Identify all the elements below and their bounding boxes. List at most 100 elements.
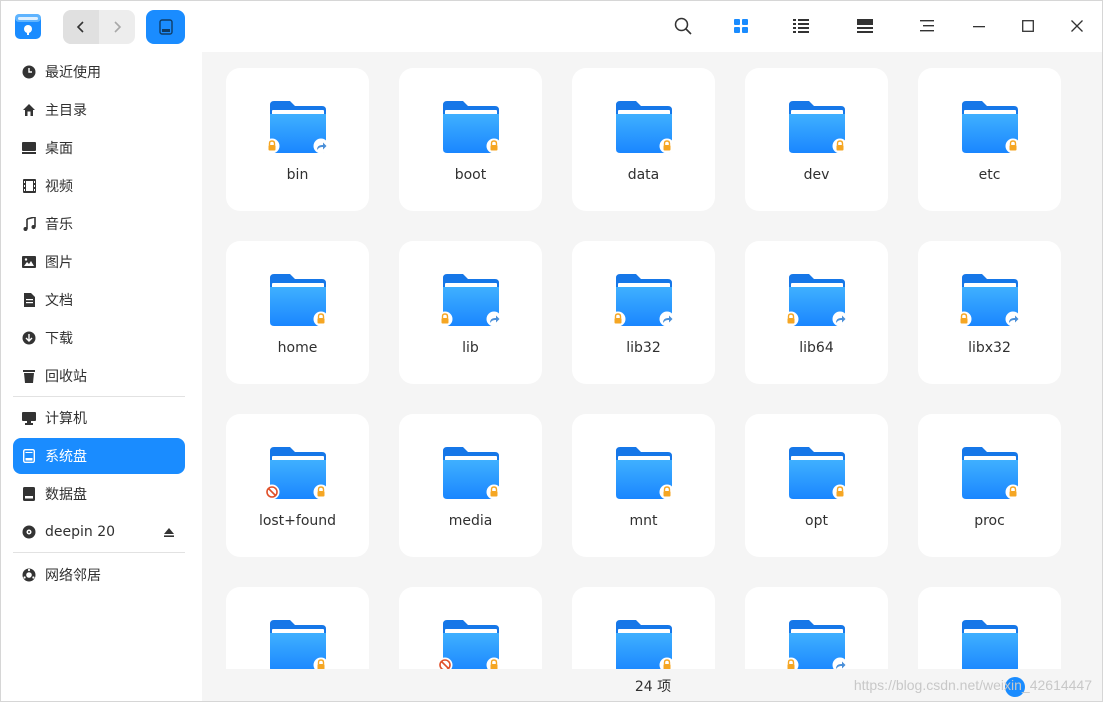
symlink-icon: [1005, 311, 1021, 327]
minimize-button[interactable]: [967, 14, 991, 38]
sidebar-item-documents[interactable]: 文档: [13, 282, 185, 318]
sidebar-item-label: 系统盘: [45, 449, 87, 465]
folder-item[interactable]: lib64: [745, 241, 888, 384]
sidebar-item-music[interactable]: 音乐: [13, 206, 185, 242]
folder-item[interactable]: boot: [399, 68, 542, 211]
forward-button[interactable]: [99, 10, 135, 44]
detail-panel-button[interactable]: [853, 14, 877, 38]
sidebar-item-label: 数据盘: [45, 487, 87, 503]
folder-item[interactable]: home: [226, 241, 369, 384]
folder-item[interactable]: proc: [918, 414, 1061, 557]
sidebar-divider: [13, 396, 185, 397]
folder-name: data: [627, 167, 660, 183]
folder-item[interactable]: [918, 587, 1061, 669]
sidebar-item-computer[interactable]: 计算机: [13, 400, 185, 436]
title-bar: [1, 1, 1102, 52]
sidebar-item-system-disk[interactable]: 系统盘: [13, 438, 185, 474]
folder-item[interactable]: libx32: [918, 241, 1061, 384]
icon-view-button[interactable]: [729, 14, 753, 38]
file-manager-window: 最近使用 主目录 桌面 视频 音乐 图片 文档 下载 回收站 计算机 系统盘 数…: [0, 0, 1103, 702]
folder-name: libx32: [968, 340, 1011, 356]
eject-button[interactable]: [161, 524, 177, 540]
folder-name: etc: [978, 167, 1001, 183]
download-icon: [21, 330, 37, 346]
folder-name: dev: [803, 167, 830, 183]
list-view-icon: [793, 19, 809, 33]
sidebar-item-home[interactable]: 主目录: [13, 92, 185, 128]
back-button[interactable]: [63, 10, 99, 44]
optical-disc-icon: [21, 524, 37, 540]
system-disk-icon: [21, 448, 37, 464]
close-icon: [1071, 20, 1083, 32]
folder-item[interactable]: [572, 587, 715, 669]
picture-icon: [21, 254, 37, 270]
sidebar: 最近使用 主目录 桌面 视频 音乐 图片 文档 下载 回收站 计算机 系统盘 数…: [1, 52, 201, 701]
search-button[interactable]: [671, 14, 695, 38]
folder-item[interactable]: dev: [745, 68, 888, 211]
sidebar-item-videos[interactable]: 视频: [13, 168, 185, 204]
sidebar-item-recent[interactable]: 最近使用: [13, 54, 185, 90]
folder-item[interactable]: mnt: [572, 414, 715, 557]
sidebar-item-desktop[interactable]: 桌面: [13, 130, 185, 166]
folder-item[interactable]: data: [572, 68, 715, 211]
lock-icon: [1005, 484, 1021, 500]
sidebar-item-label: 桌面: [45, 141, 73, 157]
folder-name: lib32: [626, 340, 661, 356]
sidebar-item-network[interactable]: 网络邻居: [13, 557, 185, 593]
folder-name: home: [277, 340, 318, 356]
folder-item[interactable]: lost+found: [226, 414, 369, 557]
lock-icon: [486, 657, 502, 669]
grid-view-icon: [734, 19, 748, 33]
folder-item[interactable]: lib: [399, 241, 542, 384]
lock-icon: [956, 311, 972, 327]
symlink-icon: [659, 311, 675, 327]
disk-icon: [158, 19, 173, 35]
chevron-left-icon: [76, 21, 84, 33]
main-menu-button[interactable]: [915, 14, 939, 38]
desktop-icon: [21, 140, 37, 156]
folder-item[interactable]: [226, 587, 369, 669]
eject-icon: [164, 527, 174, 537]
sidebar-item-downloads[interactable]: 下载: [13, 320, 185, 356]
lock-icon: [832, 484, 848, 500]
folder-name: opt: [805, 513, 828, 529]
folder-item[interactable]: bin: [226, 68, 369, 211]
sidebar-item-label: 计算机: [45, 411, 87, 427]
folder-item[interactable]: lib32: [572, 241, 715, 384]
sidebar-item-pictures[interactable]: 图片: [13, 244, 185, 280]
breadcrumb-system-disk-button[interactable]: [146, 10, 185, 44]
folder-item[interactable]: [745, 587, 888, 669]
sidebar-item-data-disk[interactable]: 数据盘: [13, 476, 185, 512]
lock-icon: [486, 138, 502, 154]
sidebar-item-label: 视频: [45, 179, 73, 195]
folder-name: bin: [286, 167, 309, 183]
folder-item[interactable]: etc: [918, 68, 1061, 211]
document-icon: [21, 292, 37, 308]
file-manager-logo-icon: [13, 11, 43, 41]
lock-icon: [264, 138, 280, 154]
lock-icon: [783, 657, 799, 669]
sidebar-item-deepin-20[interactable]: deepin 20: [13, 514, 185, 550]
sidebar-item-label: 最近使用: [45, 65, 101, 81]
lock-icon: [783, 311, 799, 327]
folder-item[interactable]: opt: [745, 414, 888, 557]
symlink-icon: [832, 657, 848, 669]
item-count: 24 项: [634, 679, 672, 695]
sidebar-item-label: 文档: [45, 293, 73, 309]
home-icon: [21, 102, 37, 118]
network-icon: [21, 567, 37, 583]
maximize-icon: [1022, 20, 1034, 32]
navigation-buttons: [63, 10, 135, 44]
sidebar-item-trash[interactable]: 回收站: [13, 358, 185, 394]
close-button[interactable]: [1065, 14, 1089, 38]
folder-item[interactable]: media: [399, 414, 542, 557]
list-view-button[interactable]: [789, 14, 813, 38]
watermark-text: https://blog.csdn.net/weixin_42614447: [853, 677, 1092, 693]
sidebar-item-label: 图片: [45, 255, 73, 271]
folder-name: mnt: [629, 513, 658, 529]
sidebar-item-label: 音乐: [45, 217, 73, 233]
maximize-button[interactable]: [1016, 14, 1040, 38]
computer-icon: [21, 410, 37, 426]
folder-item[interactable]: [399, 587, 542, 669]
sidebar-divider: [13, 552, 185, 553]
